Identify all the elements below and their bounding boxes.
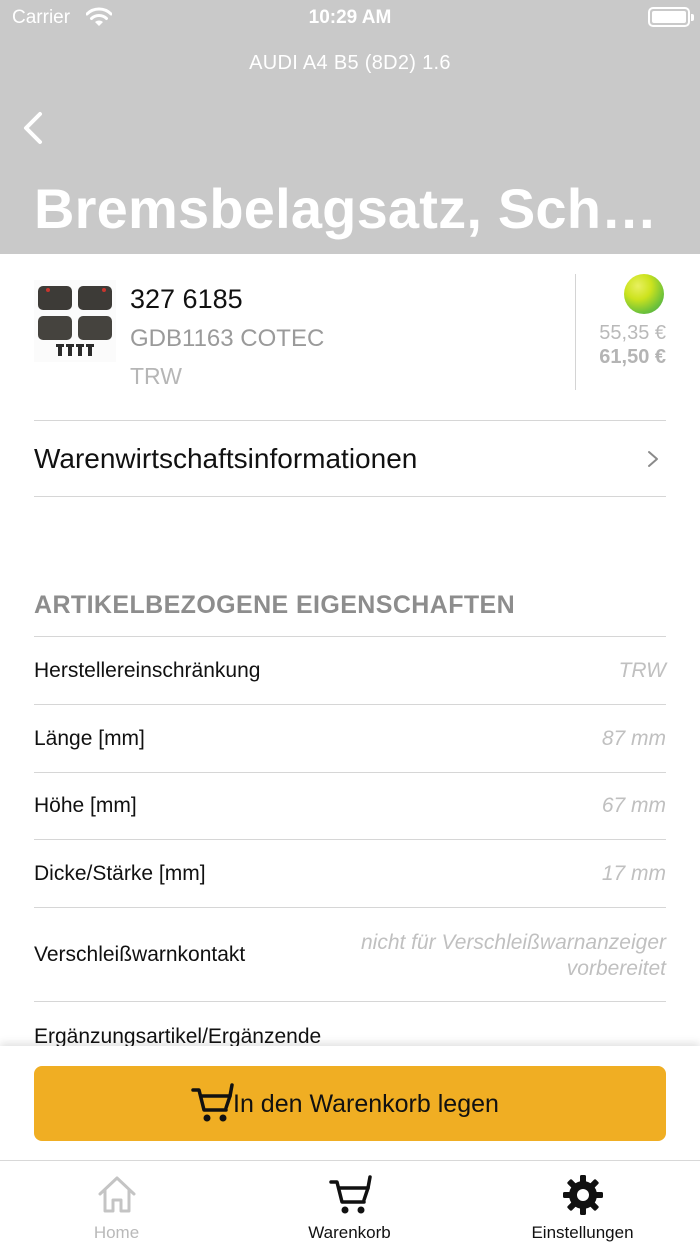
- home-icon: [98, 1176, 135, 1213]
- property-label: Herstellereinschränkung: [34, 659, 261, 682]
- article-summary: 327 6185 GDB1163 COTEC TRW 55,35 € 61,50…: [34, 272, 666, 392]
- property-label: Ergänzungsartikel/Ergänzende: [34, 1025, 322, 1046]
- property-value: 17 mm: [601, 862, 666, 885]
- price-net: 55,35 €: [599, 322, 666, 344]
- property-value: TRW: [618, 659, 666, 682]
- property-value: 67 mm: [601, 794, 666, 817]
- divider: [34, 496, 666, 497]
- property-value: nicht für Verschleißwarnanzeiger vorbere…: [360, 931, 666, 980]
- cart-icon: [328, 1175, 372, 1214]
- page-title: Bremsbelagsatz, Schei...: [34, 177, 674, 240]
- property-row: Länge [mm] 87 mm: [34, 705, 666, 772]
- tab-cart-label: Warenkorb: [308, 1223, 391, 1242]
- property-label: Dicke/Stärke [mm]: [34, 862, 206, 885]
- tab-bar: Home Warenkorb Einstellungen: [0, 1160, 700, 1244]
- battery-icon: [648, 7, 694, 27]
- chevron-right-icon: [648, 451, 658, 467]
- status-bar: Carrier 10:29 AM: [0, 0, 700, 36]
- property-value: 87 mm: [601, 727, 666, 750]
- property-row: Verschleißwarnkontakt nicht für Verschle…: [34, 908, 666, 1001]
- property-row: Herstellereinschränkung TRW: [34, 637, 666, 704]
- property-label: Länge [mm]: [34, 727, 145, 750]
- vehicle-subtitle: AUDI A4 B5 (8D2) 1.6: [249, 52, 451, 74]
- divider: [575, 274, 576, 390]
- availability-indicator-icon: [624, 274, 664, 314]
- property-row: Dicke/Stärke [mm] 17 mm: [34, 840, 666, 907]
- tab-settings[interactable]: Einstellungen: [466, 1161, 699, 1244]
- article-number: 327 6185: [130, 284, 243, 314]
- add-to-cart-label: In den Warenkorb legen: [233, 1090, 499, 1118]
- price-gross: 61,50 €: [599, 346, 666, 368]
- inventory-info-label: Warenwirtschaftsinformationen: [34, 443, 418, 474]
- back-chevron-icon[interactable]: [18, 108, 58, 148]
- section-title: ARTIKELBEZOGENE EIGENSCHAFTEN: [34, 591, 516, 619]
- property-row: Höhe [mm] 67 mm: [34, 773, 666, 839]
- status-time: 10:29 AM: [308, 7, 392, 28]
- tab-settings-label: Einstellungen: [531, 1223, 634, 1242]
- navigation-header: Carrier 10:29 AM AUDI A4 B5 (8D2) 1.6 Br…: [0, 0, 700, 254]
- property-label: Höhe [mm]: [34, 794, 137, 817]
- property-label: Verschleißwarnkontakt: [34, 943, 246, 966]
- tab-cart[interactable]: Warenkorb: [233, 1161, 466, 1244]
- gear-icon: [562, 1175, 603, 1215]
- tab-home-label: Home: [93, 1223, 140, 1242]
- article-brand: TRW: [130, 363, 182, 389]
- property-row: Ergänzungsartikel/Ergänzende: [34, 1002, 666, 1046]
- article-code: GDB1163 COTEC: [130, 325, 325, 352]
- add-to-cart-button[interactable]: In den Warenkorb legen: [34, 1066, 666, 1141]
- cart-icon: [191, 1083, 234, 1122]
- brake-pad-image: [34, 280, 116, 362]
- tab-home[interactable]: Home: [0, 1161, 233, 1244]
- inventory-info-row[interactable]: Warenwirtschaftsinformationen: [34, 421, 666, 497]
